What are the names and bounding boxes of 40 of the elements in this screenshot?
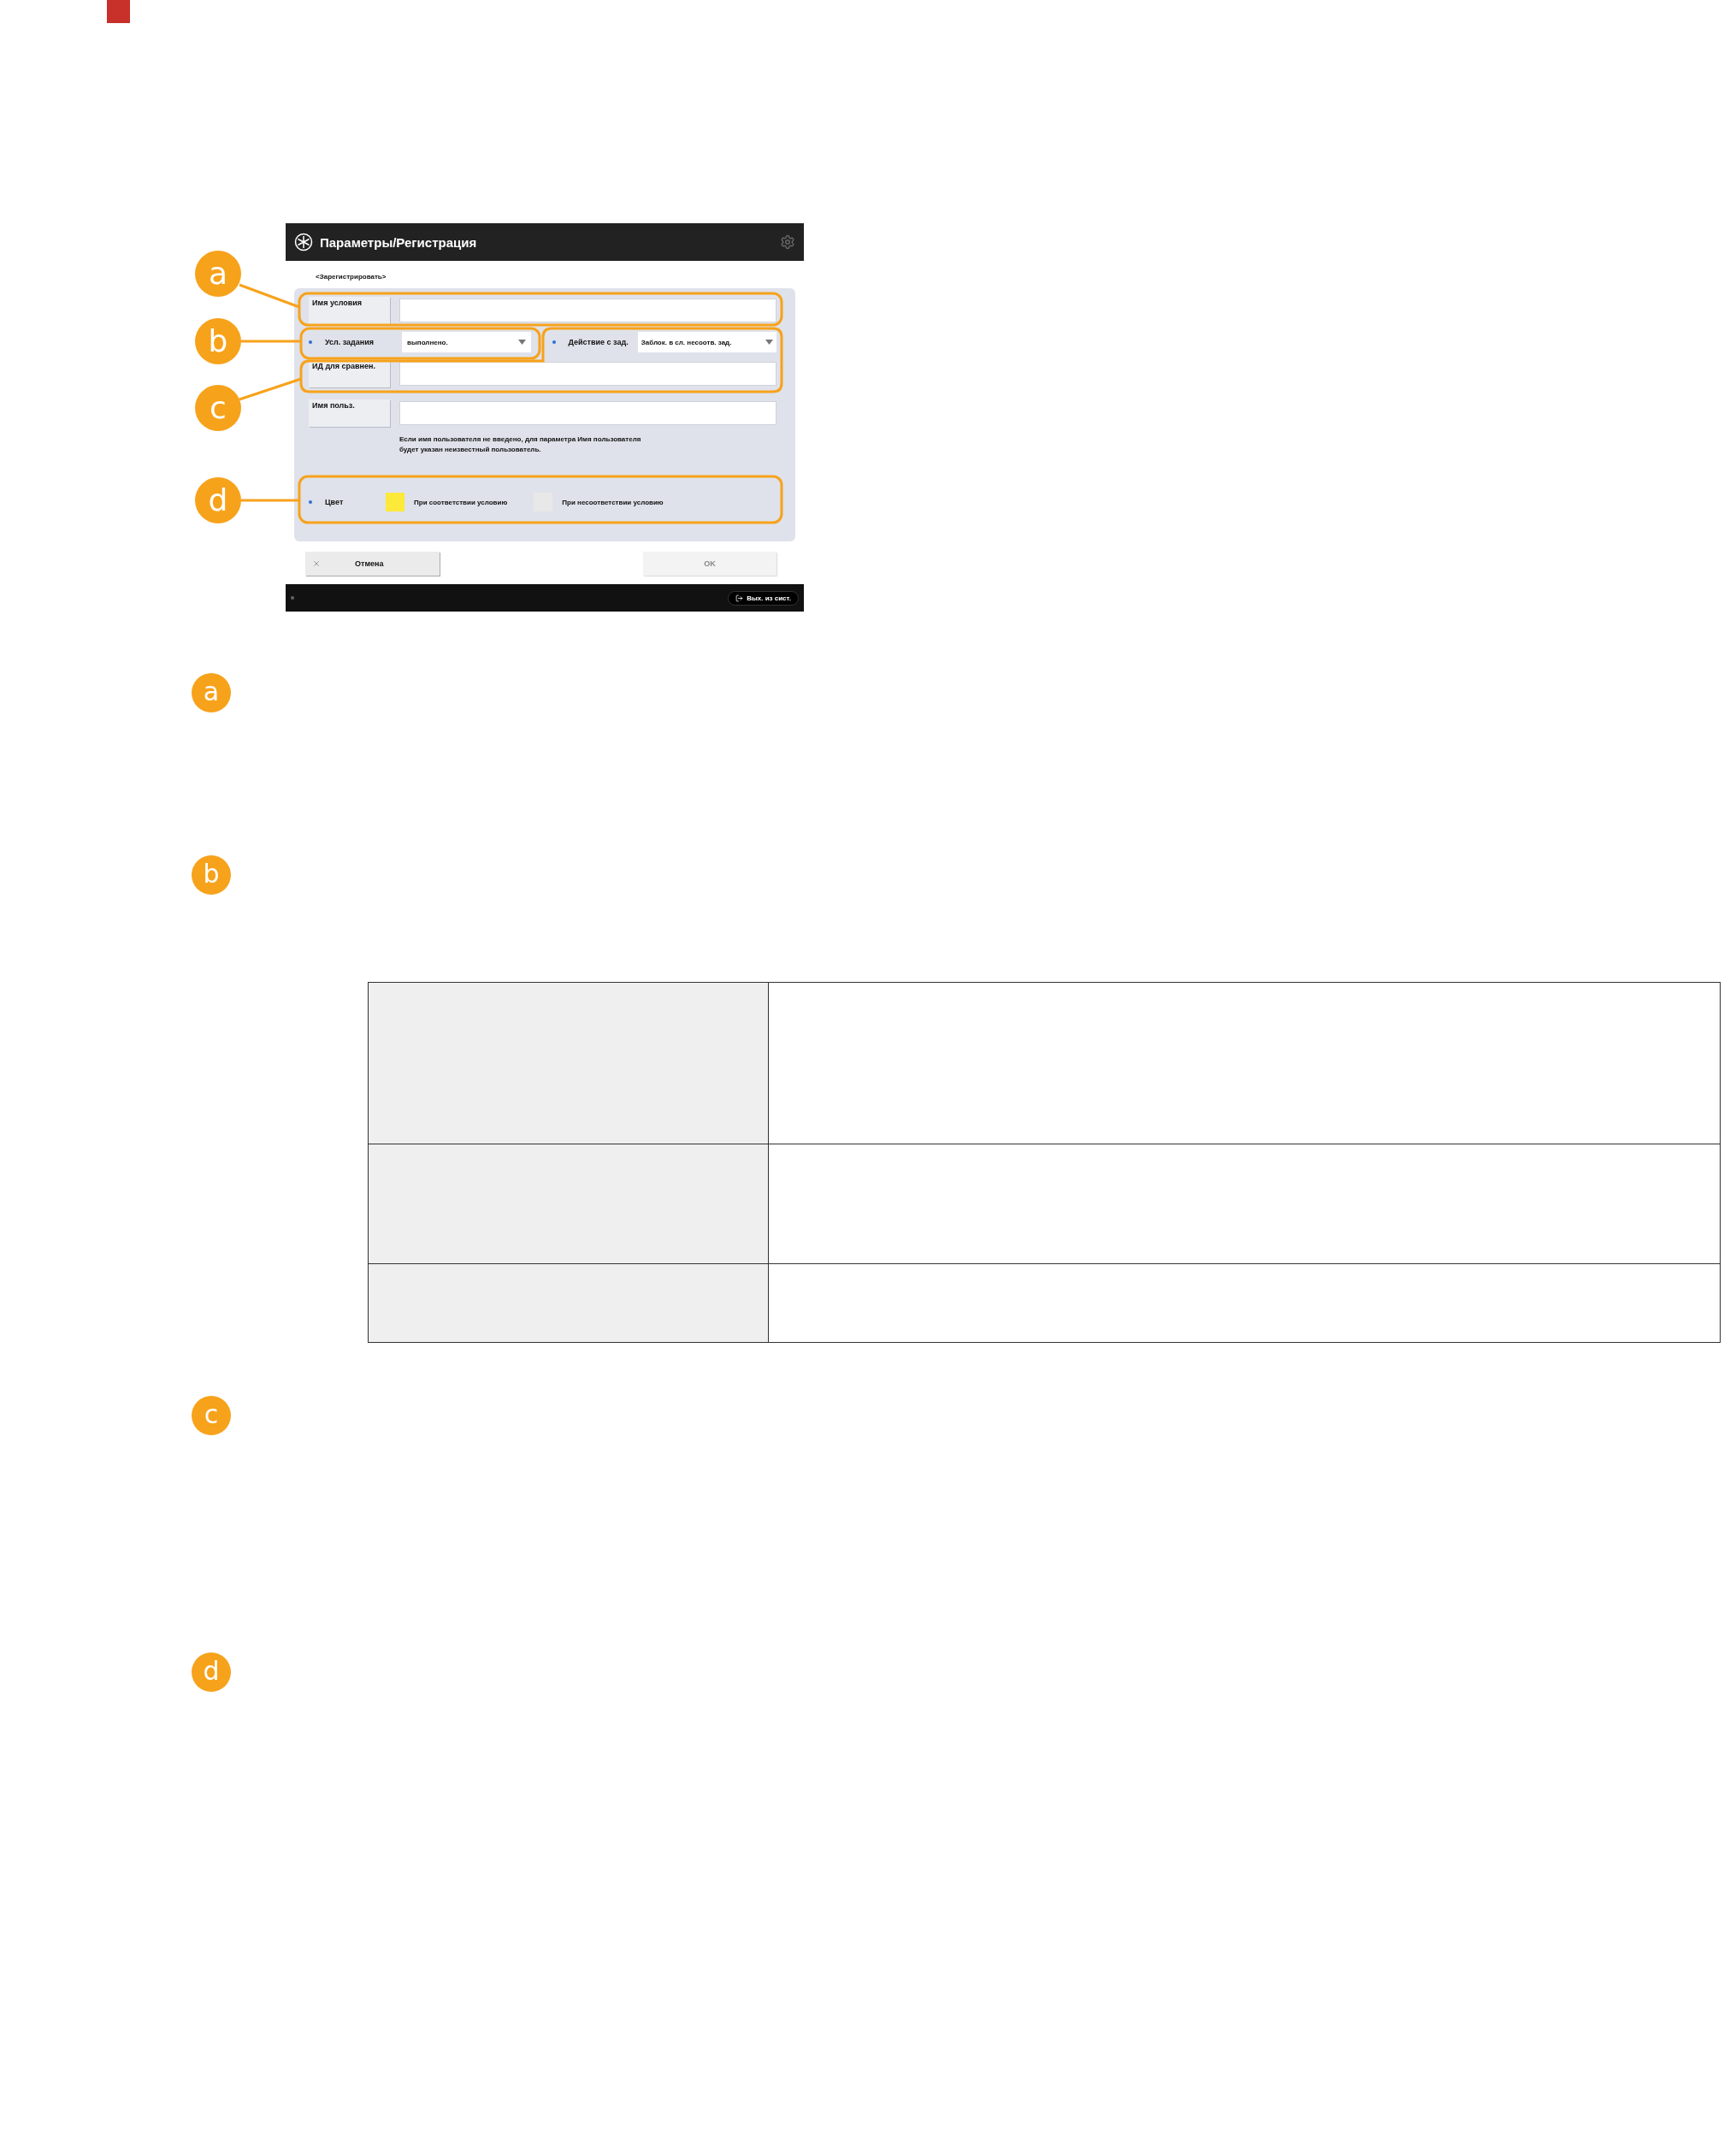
section-badge: d xyxy=(192,1652,231,1692)
hint-text: Если имя пользователя не введено, для параметра Имя пользователя будет указан неизвестный пользователь. xyxy=(399,435,642,455)
section-badge: b xyxy=(192,855,231,895)
window-title: Параметры/Регистрация xyxy=(320,234,478,250)
leader-line xyxy=(239,283,300,309)
logout-button[interactable]: Вых. из сист. xyxy=(728,590,799,606)
user-button[interactable]: Имя польз. xyxy=(309,399,390,427)
callout-badge: b xyxy=(195,318,241,364)
cancel-button[interactable]: Отмена xyxy=(305,552,440,576)
condition-dropdown[interactable]: выполнено. xyxy=(402,332,531,352)
color-swatch[interactable] xyxy=(386,493,404,511)
required-icon xyxy=(309,500,312,504)
color-label: Цвет xyxy=(325,498,345,506)
settings-icon[interactable] xyxy=(780,234,795,250)
callout-badge: c xyxy=(195,385,241,431)
status-icon xyxy=(291,596,294,600)
leader-line xyxy=(241,499,299,502)
section-marker xyxy=(107,0,130,23)
color-option-label: При соответствии условию xyxy=(414,498,508,506)
required-icon xyxy=(309,340,312,344)
section-badge: a xyxy=(192,673,231,712)
logout-icon xyxy=(735,594,744,602)
caret-icon xyxy=(765,340,773,345)
screen-subtitle: <Зарегистрировать> xyxy=(316,273,387,281)
id-input[interactable] xyxy=(399,362,776,386)
section-badge: c xyxy=(192,1396,231,1435)
name-button[interactable]: Имя условия xyxy=(309,297,390,324)
caret-icon xyxy=(517,340,526,345)
user-input[interactable] xyxy=(399,401,776,425)
callout-badge: d xyxy=(195,477,241,523)
color-option-label: При несоответствии условию xyxy=(562,498,664,506)
name-input[interactable] xyxy=(399,299,776,322)
leader-line xyxy=(241,340,301,343)
required-icon xyxy=(552,340,556,344)
action-dropdown[interactable]: Заблок. в сл. несоотв. зад. xyxy=(637,332,776,352)
condition-label: Усл. задания xyxy=(324,338,375,346)
callout-badge: a xyxy=(195,251,241,297)
logo-icon xyxy=(294,233,313,251)
action-label: Действие с зад. xyxy=(568,338,629,346)
close-icon xyxy=(312,559,321,568)
